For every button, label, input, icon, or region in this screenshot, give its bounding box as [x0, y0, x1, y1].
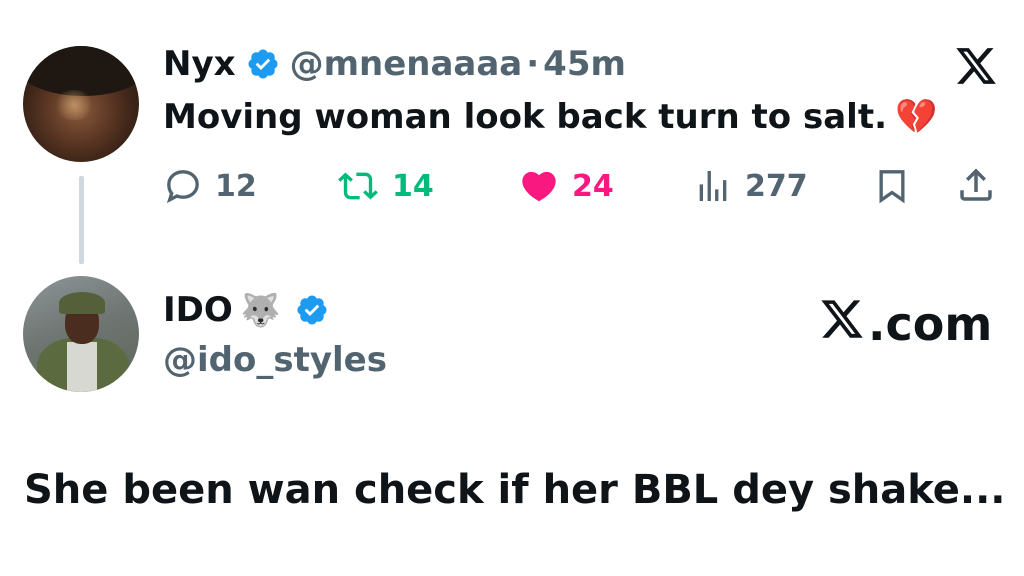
broken-heart-emoji: 💔	[895, 97, 938, 137]
reply-icon	[163, 166, 203, 206]
tweet-time[interactable]: 45m	[543, 44, 626, 84]
reply-header: IDO 🐺	[163, 290, 329, 330]
views-count: 277	[745, 168, 808, 204]
separator-dot: ·	[526, 44, 540, 84]
share-button[interactable]	[955, 164, 997, 210]
like-count: 24	[572, 168, 614, 204]
verified-badge-icon	[295, 293, 329, 327]
xcom-branding: .com	[818, 296, 992, 352]
tweet-header: Nyx @mnenaaaa · 45m	[163, 44, 626, 84]
xcom-suffix: .com	[868, 297, 993, 351]
reply-author-handle[interactable]: @ido_styles	[163, 340, 387, 380]
verified-badge-icon	[246, 47, 280, 81]
bookmark-button[interactable]	[872, 166, 912, 210]
tweet-body: Moving woman look back turn to salt. 💔	[163, 96, 937, 138]
views-action[interactable]: 277	[693, 166, 808, 206]
avatar-ido[interactable]	[23, 276, 139, 392]
tweet-text: Moving woman look back turn to salt.	[163, 97, 887, 137]
bookmark-icon	[872, 170, 912, 210]
x-logo-icon	[818, 296, 866, 352]
thread-connector	[79, 176, 84, 264]
x-logo-icon[interactable]	[953, 44, 999, 88]
retweet-action[interactable]: 14	[336, 166, 434, 206]
wolf-emoji: 🐺	[240, 291, 281, 329]
reply-author-name[interactable]: IDO	[163, 290, 233, 330]
author-handle[interactable]: @mnenaaaa	[290, 44, 523, 84]
avatar-nyx[interactable]	[23, 46, 139, 162]
author-name[interactable]: Nyx	[163, 44, 236, 84]
retweet-count: 14	[392, 168, 434, 204]
views-icon	[693, 166, 733, 206]
like-action[interactable]: 24	[518, 166, 614, 206]
heart-icon	[518, 166, 560, 206]
reply-action[interactable]: 12	[163, 166, 257, 206]
retweet-icon	[336, 166, 380, 206]
reply-count: 12	[215, 168, 257, 204]
reply-text: She been wan check if her BBL dey shake.…	[24, 467, 1006, 513]
share-icon	[955, 168, 997, 210]
